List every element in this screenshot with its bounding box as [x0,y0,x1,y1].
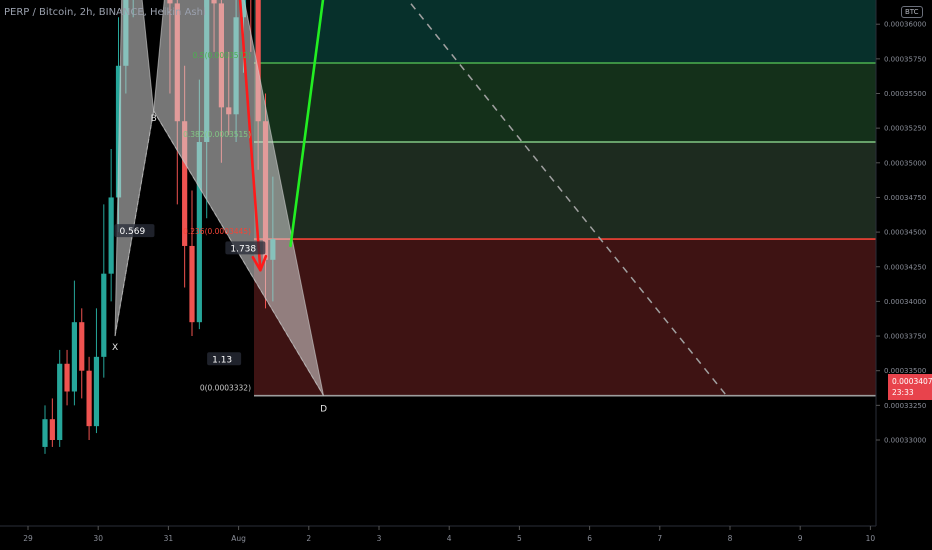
candle-body [108,197,114,274]
ratio-label: 1.738 [230,244,256,254]
time-tick-label: 31 [164,534,174,543]
fib-level-label: 0.382(0.0003515) [183,130,251,139]
currency-badge[interactable]: BTC [901,6,923,18]
price-tick-label: 0.00036000 [884,21,926,29]
time-tick-label: 10 [866,534,876,543]
price-tick-label: 0.00035500 [884,90,926,98]
fib-level-label: 0(0.0003332) [200,384,251,393]
price-tick-label: 0.00033250 [884,402,926,410]
time-tick-label: 29 [23,534,33,543]
candle-body [71,322,77,392]
time-tick-label: 2 [306,534,311,543]
fib-zone [254,142,876,240]
bar-countdown: 23:33 [892,388,914,397]
pattern-point-x: X [112,343,118,353]
fib-zone [254,239,876,396]
price-chart[interactable]: 1(0.0003812)0.786(0.0003709)0.618(0.0003… [0,0,932,550]
price-tick-label: 0.00033750 [884,333,926,341]
fib-retracement[interactable] [254,0,876,397]
candle-body [101,273,107,357]
last-price-value: 0.0003407 [892,377,932,386]
candle-body [86,370,92,427]
ratio-label: 1.13 [212,355,232,365]
candle-body [42,419,48,447]
time-tick-label: 7 [657,534,662,543]
price-tick-label: 0.00035250 [884,125,926,133]
last-price-tag: 0.0003407 23:33 [888,374,932,400]
time-tick-label: Aug [231,534,246,543]
candle-body [189,245,195,323]
candle-body [64,363,70,392]
pattern-point-b: B [151,114,157,124]
candle-body [79,322,85,371]
price-tick-label: 0.00034000 [884,298,926,306]
price-tick-label: 0.00034500 [884,229,926,237]
price-tick-label: 0.00034250 [884,263,926,271]
chart-title: PERP / Bitcoin, 2h, BINANCE, Heikin Ashi [4,7,206,18]
ratio-label: 0.569 [119,227,145,237]
time-tick-label: 5 [517,534,522,543]
price-tick-label: 0.00035000 [884,159,926,167]
time-tick-label: 6 [587,534,592,543]
candle-body [93,356,100,427]
time-tick-label: 3 [377,534,382,543]
fib-level-label: 0.236(0.0003445) [183,227,251,236]
candle-body [57,363,63,440]
time-tick-label: 4 [447,534,452,543]
time-tick-label: 9 [798,534,803,543]
price-tick-label: 0.00034750 [884,194,926,202]
price-tick-label: 0.00033000 [884,437,926,445]
fib-zone [254,63,876,143]
time-tick-label: 8 [728,534,733,543]
candle-body [49,419,55,440]
pattern-point-d: D [320,405,327,415]
fib-zone [254,0,876,64]
fib-level-label: 0.5(0.0003572) [193,51,251,60]
price-tick-label: 0.00035750 [884,55,926,63]
time-tick-label: 30 [93,534,103,543]
